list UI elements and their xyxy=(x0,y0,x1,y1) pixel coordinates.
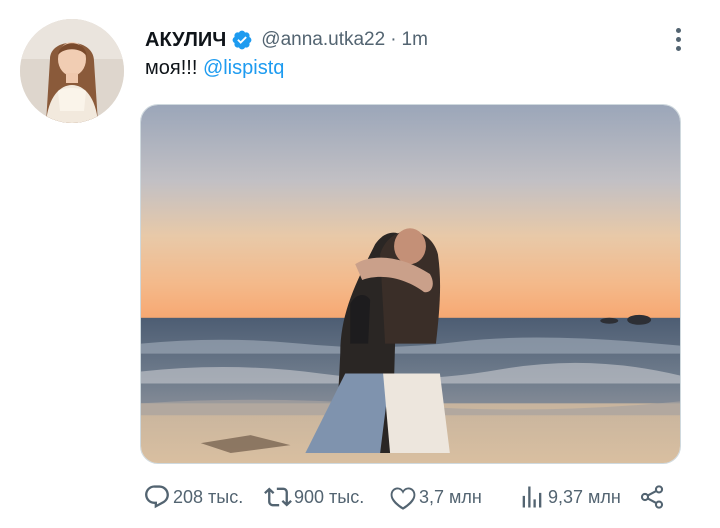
views-button[interactable]: 9,37 млн xyxy=(518,483,621,511)
tweet-actions-bar: 208 тыс. 900 тыс. 3,7 млн 9,37 млн xyxy=(140,480,685,514)
mention-link[interactable]: @lispistq xyxy=(203,57,284,79)
reply-icon xyxy=(143,483,171,511)
share-button[interactable] xyxy=(638,483,666,511)
like-count: 3,7 млн xyxy=(419,486,482,507)
views-chart-icon xyxy=(518,483,546,511)
share-icon xyxy=(638,483,666,511)
sunset-beach-photo xyxy=(141,105,680,463)
author-name[interactable]: АКУЛИЧ xyxy=(145,29,226,52)
reply-button[interactable]: 208 тыс. xyxy=(143,483,243,511)
tweet-photo[interactable] xyxy=(140,104,681,464)
tweet-text-body: моя!!! xyxy=(145,57,203,79)
verified-badge-icon xyxy=(231,29,253,51)
tweet-timestamp[interactable]: 1m xyxy=(402,29,428,51)
avatar-image xyxy=(20,19,124,123)
more-options-icon[interactable] xyxy=(668,24,688,54)
author-handle[interactable]: @anna.utka22 xyxy=(261,29,385,51)
tweet-header: АКУЛИЧ @anna.utka22 · 1m xyxy=(145,26,428,54)
retweet-icon xyxy=(264,483,292,511)
views-count: 9,37 млн xyxy=(548,486,621,507)
tweet-card: АКУЛИЧ @anna.utka22 · 1m моя!!! @lispist… xyxy=(0,0,720,528)
retweet-count: 900 тыс. xyxy=(294,486,365,507)
reply-count: 208 тыс. xyxy=(173,486,244,507)
retweet-button[interactable]: 900 тыс. xyxy=(264,483,364,511)
like-button[interactable]: 3,7 млн xyxy=(389,483,482,511)
heart-icon xyxy=(389,483,417,511)
separator-dot: · xyxy=(390,29,397,50)
avatar[interactable] xyxy=(20,19,124,123)
tweet-text: моя!!! @lispistq xyxy=(145,57,284,80)
